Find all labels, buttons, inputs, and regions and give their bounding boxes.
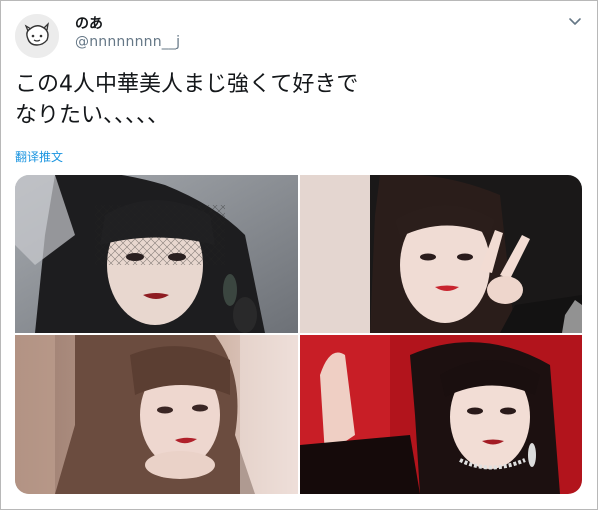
photo-3[interactable] <box>15 335 298 494</box>
photo-4[interactable] <box>300 335 582 494</box>
tweet-text-line-2: なりたい、、、、、 <box>15 103 170 128</box>
avatar[interactable] <box>15 14 59 58</box>
woman-portrait-icon <box>15 175 298 333</box>
woman-portrait-icon <box>15 335 298 494</box>
tweet-card: のあ @nnnnnnnn__j この4人中華美人まじ強くて好きで なりたい、、、… <box>0 0 598 510</box>
translate-tweet-link[interactable]: 翻译推文 <box>15 148 63 165</box>
woman-portrait-icon <box>300 335 582 494</box>
display-name[interactable]: のあ <box>75 13 103 33</box>
sketch-face-icon <box>15 14 59 58</box>
tweet-text-line-1: この4人中華美人まじ強くて好きで <box>15 72 359 97</box>
woman-portrait-icon <box>300 175 582 333</box>
tweet-text: この4人中華美人まじ強くて好きで なりたい、、、、、 <box>15 69 575 131</box>
chevron-down-icon[interactable] <box>567 14 583 28</box>
photo-1[interactable] <box>15 175 298 333</box>
media-grid <box>15 175 582 494</box>
user-handle[interactable]: @nnnnnnnn__j <box>75 34 180 50</box>
photo-2[interactable] <box>300 175 582 333</box>
